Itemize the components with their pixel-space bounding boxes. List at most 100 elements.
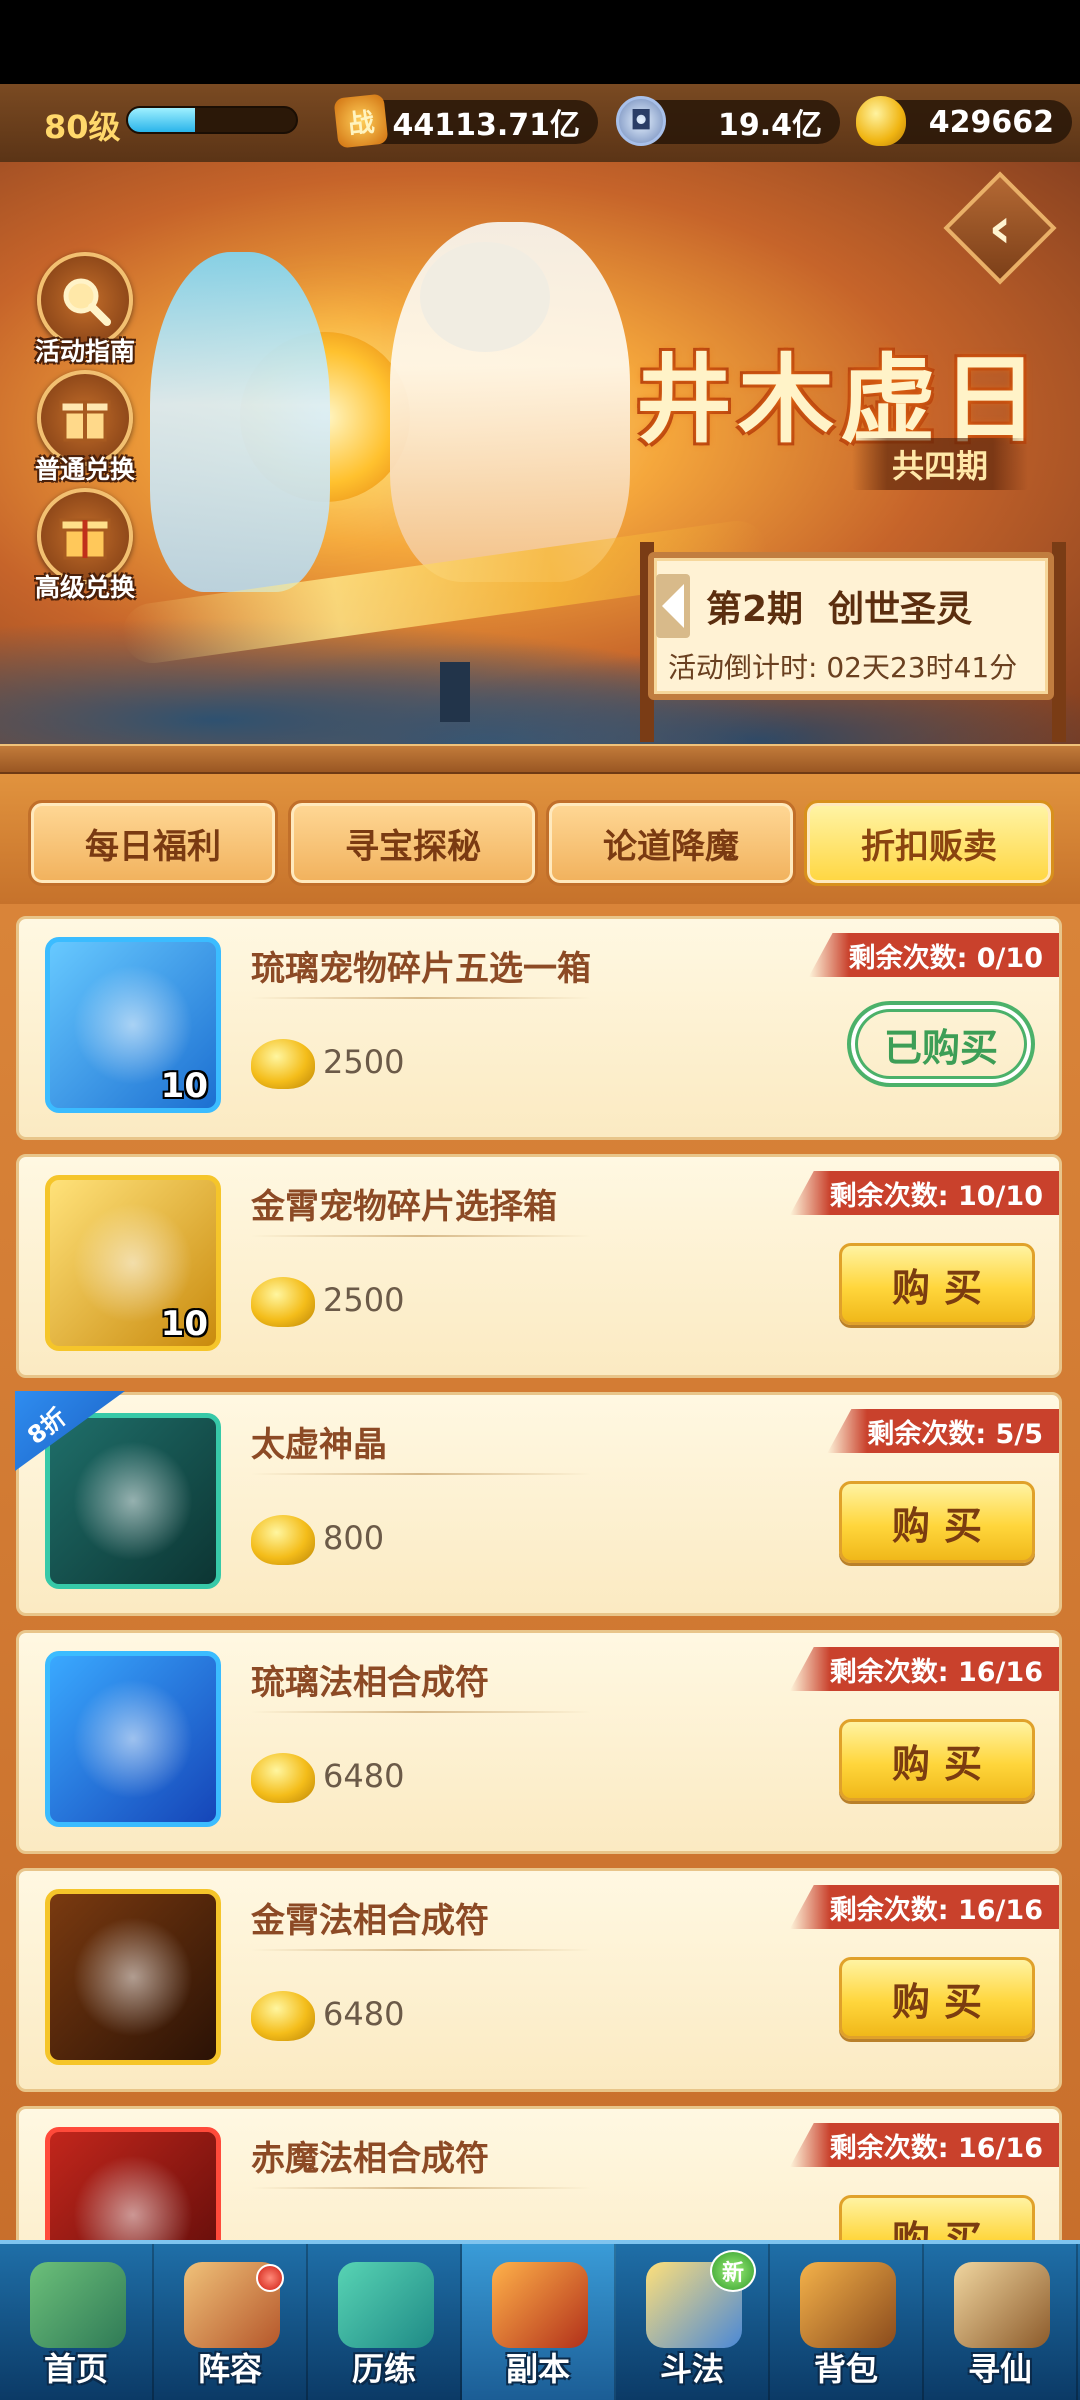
- item-thumbnail[interactable]: 10: [45, 1175, 221, 1351]
- gold-display[interactable]: 429662: [856, 96, 1072, 146]
- normal-exchange-label: 普通兑换: [34, 455, 135, 484]
- nav-item[interactable]: 首页: [0, 2244, 154, 2400]
- nav-item-label: 首页: [43, 2350, 108, 2388]
- item-thumbnail[interactable]: [45, 1413, 221, 1589]
- item-art: [73, 2155, 193, 2240]
- item-price: 2500: [323, 1043, 405, 1081]
- tab-discount-sale[interactable]: 折扣贩卖: [804, 800, 1054, 886]
- item-price: 2500: [323, 1281, 405, 1319]
- banner-character-blue: [150, 252, 330, 592]
- guide-label: 活动指南: [34, 337, 135, 366]
- item-price: 6480: [323, 1995, 405, 2033]
- item-art: [73, 1441, 193, 1561]
- item-name: 琉璃宠物碎片五选一箱: [251, 949, 591, 989]
- nav-item-label: 副本: [505, 2350, 570, 2388]
- gold-ingot-icon: [251, 1039, 315, 1089]
- item-name: 琉璃法相合成符: [251, 1663, 489, 1703]
- item-name: 太虚神晶: [251, 1425, 387, 1465]
- event-banner: 活动指南 普通兑换 高级兑换 ‹ 井木虚日 共四期 第2期 创世圣灵 活动倒计时…: [0, 162, 1080, 760]
- remaining-count-badge: 剩余次数: 0/10: [808, 933, 1059, 977]
- signpost-right: [1052, 542, 1066, 742]
- buy-button[interactable]: 购买: [839, 1957, 1035, 2039]
- gold-ingot-icon: [856, 96, 906, 146]
- nav-item[interactable]: 副本: [462, 2244, 616, 2400]
- gold-ingot-icon: [251, 1991, 315, 2041]
- shop-item-card: 10 金霄宠物碎片选择箱 2500 剩余次数: 10/10 购买: [16, 1154, 1062, 1378]
- buy-button[interactable]: 购买: [839, 1481, 1035, 1563]
- back-arrow-icon: ‹: [988, 195, 1012, 261]
- nav-item-label: 阵容: [197, 2350, 262, 2388]
- item-divider: [251, 1949, 591, 1951]
- event-subtitle: 共四期: [852, 438, 1028, 490]
- nav-item[interactable]: 历练: [308, 2244, 462, 2400]
- remaining-count-badge: 剩余次数: 5/5: [827, 1409, 1059, 1453]
- item-divider: [251, 1473, 591, 1475]
- shop-item-list[interactable]: 10 琉璃宠物碎片五选一箱 2500 剩余次数: 0/10 已购买 10 金霄宠物碎…: [0, 904, 1080, 2240]
- banner-pagoda: [440, 662, 470, 722]
- nav-item[interactable]: 阵容: [154, 2244, 308, 2400]
- countdown-text: 活动倒计时: 02天23时41分: [668, 651, 1018, 684]
- item-art: [73, 1917, 193, 2037]
- nav-item-icon: [30, 2262, 126, 2348]
- gold-value: 429662: [928, 104, 1054, 140]
- power-display: 战 44113.71亿: [333, 93, 598, 149]
- banner-divider: [0, 744, 1080, 774]
- item-quantity: 10: [160, 1066, 208, 1106]
- item-divider: [251, 2187, 591, 2189]
- nav-item-icon: [492, 2262, 588, 2348]
- tab-daily-welfare[interactable]: 每日福利: [28, 800, 278, 886]
- shop-item-card: 琉璃法相合成符 6480 剩余次数: 16/16 购买: [16, 1630, 1062, 1854]
- nav-item-label: 寻仙: [967, 2350, 1032, 2388]
- item-price: 6480: [323, 1757, 405, 1795]
- item-art: [73, 1679, 193, 1799]
- item-thumbnail[interactable]: [45, 1651, 221, 1827]
- new-badge: 新: [710, 2250, 756, 2292]
- nav-item[interactable]: 寻仙: [924, 2244, 1078, 2400]
- remaining-count-badge: 剩余次数: 16/16: [789, 1885, 1059, 1929]
- item-name: 赤魔法相合成符: [251, 2139, 489, 2179]
- item-thumbnail[interactable]: 10: [45, 937, 221, 1113]
- normal-exchange-button[interactable]: 普通兑换: [20, 370, 150, 486]
- notification-dot: [256, 2264, 284, 2292]
- tab-treasure-hunt[interactable]: 寻宝探秘: [288, 800, 538, 886]
- resource-bar: 80级 战 44113.71亿 ◘ 19.4亿 429662: [0, 84, 1080, 162]
- remaining-count-badge: 剩余次数: 16/16: [789, 2123, 1059, 2167]
- item-name: 金霄法相合成符: [251, 1901, 489, 1941]
- battle-power-icon: 战: [333, 93, 389, 149]
- item-price: 800: [323, 1519, 385, 1557]
- remaining-count-badge: 剩余次数: 16/16: [789, 1647, 1059, 1691]
- buy-button[interactable]: 购买: [839, 1719, 1035, 1801]
- nav-item[interactable]: 背包: [770, 2244, 924, 2400]
- status-bar: [0, 0, 1080, 84]
- item-thumbnail[interactable]: [45, 2127, 221, 2240]
- gold-ingot-icon: [251, 1753, 315, 1803]
- item-quantity: 10: [160, 1304, 208, 1344]
- advanced-exchange-button[interactable]: 高级兑换: [20, 488, 150, 604]
- coin-value: 19.4亿: [717, 108, 822, 143]
- xp-bar-fill: [128, 108, 196, 132]
- buy-button[interactable]: 购买: [839, 1243, 1035, 1325]
- period-title: 第2期 创世圣灵: [706, 589, 973, 630]
- item-thumbnail[interactable]: [45, 1889, 221, 2065]
- player-level: 80级: [44, 108, 121, 146]
- buy-button[interactable]: 购买: [839, 2195, 1035, 2240]
- tab-demon-subduing[interactable]: 论道降魔: [546, 800, 796, 886]
- xp-bar: [126, 106, 298, 134]
- item-divider: [251, 997, 591, 999]
- gold-ingot-icon: [251, 1277, 315, 1327]
- guide-button[interactable]: 活动指南: [20, 252, 150, 368]
- coin-display[interactable]: ◘ 19.4亿: [616, 96, 840, 146]
- item-divider: [251, 1235, 591, 1237]
- nav-item-icon: [800, 2262, 896, 2348]
- advanced-exchange-label: 高级兑换: [34, 573, 135, 602]
- remaining-count-badge: 剩余次数: 10/10: [789, 1171, 1059, 1215]
- banner-character-hair: [420, 242, 550, 352]
- power-value: 44113.71亿: [392, 108, 580, 143]
- nav-item-icon: [954, 2262, 1050, 2348]
- item-divider: [251, 1711, 591, 1713]
- item-name: 金霄宠物碎片选择箱: [251, 1187, 557, 1227]
- tab-bar: 每日福利 寻宝探秘 论道降魔 折扣贩卖: [0, 774, 1080, 904]
- nav-item[interactable]: 新斗法: [616, 2244, 770, 2400]
- purchased-button[interactable]: 已购买: [847, 1001, 1035, 1087]
- nav-item-label: 历练: [351, 2350, 416, 2388]
